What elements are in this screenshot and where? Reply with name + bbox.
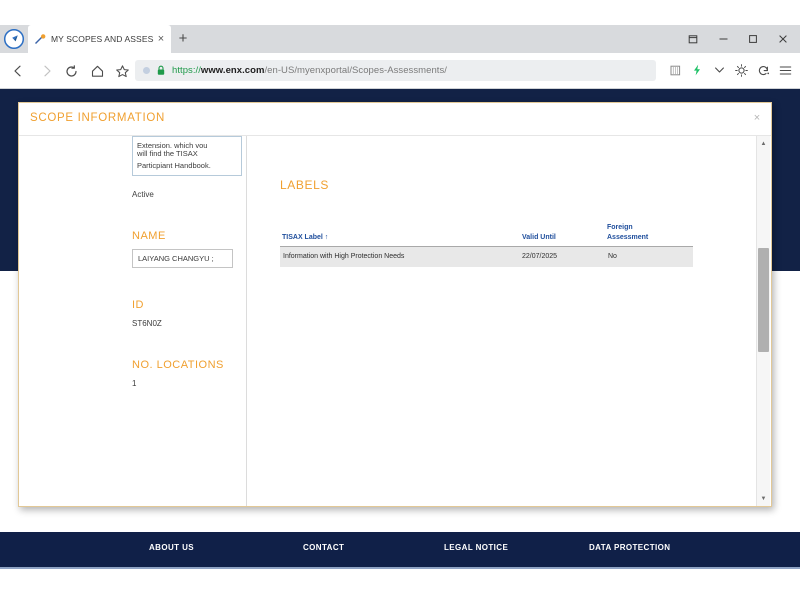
forward-button[interactable] xyxy=(38,62,56,80)
window-minimize-button[interactable] xyxy=(708,27,738,51)
brightness-icon[interactable] xyxy=(730,60,752,80)
column-header-tisax-label[interactable]: TISAX Label ↑ xyxy=(282,233,328,242)
collections-icon[interactable] xyxy=(664,60,686,80)
scrollbar-thumb[interactable] xyxy=(758,248,769,352)
table-row[interactable]: Information with High Protection Needs 2… xyxy=(280,247,693,267)
labels-table: TISAX Label ↑ Valid Until Foreign Assessm… xyxy=(280,214,693,267)
window-restore-button[interactable] xyxy=(678,27,708,51)
column-header-foreign-line1: Foreign xyxy=(607,224,633,231)
footer-link-about-us[interactable]: ABOUT US xyxy=(149,543,194,552)
cell-tisax-label: Information with High Protection Needs xyxy=(283,253,404,260)
labels-column: LABELS TISAX Label ↑ Valid Until Foreign… xyxy=(247,136,752,506)
cell-foreign-assessment: No xyxy=(608,253,617,260)
modal-close-icon[interactable]: × xyxy=(749,110,765,126)
modal-scrollbar[interactable]: ▲ ▼ xyxy=(756,136,770,506)
cell-valid-until: 22/07/2025 xyxy=(522,253,557,260)
modal-title: SCOPE INFORMATION xyxy=(30,112,165,124)
address-bar[interactable]: https://www.enx.com/en-US/myenxportal/Sc… xyxy=(135,60,656,81)
footer-link-contact[interactable]: CONTACT xyxy=(303,543,344,552)
no-locations-label: NO. LOCATIONS xyxy=(132,359,246,371)
labels-heading: LABELS xyxy=(280,178,329,192)
column-header-foreign-assessment[interactable]: Foreign Assessment xyxy=(607,223,648,242)
home-icon[interactable] xyxy=(88,62,106,80)
url-text: https://www.enx.com/en-US/myenxportal/Sc… xyxy=(172,65,447,76)
scope-information-modal: SCOPE INFORMATION × Extension, which you… xyxy=(18,102,772,507)
history-icon[interactable] xyxy=(752,60,774,80)
id-field-label: ID xyxy=(132,299,246,311)
new-tab-button[interactable]: + xyxy=(175,31,191,47)
scrollbar-down-arrow[interactable]: ▼ xyxy=(757,492,770,505)
window-close-button[interactable] xyxy=(768,27,798,51)
url-scheme: https:// xyxy=(172,65,201,76)
url-host: www.enx.com xyxy=(201,65,265,76)
back-button[interactable] xyxy=(9,62,27,80)
browser-tab[interactable]: MY SCOPES AND ASSESSME × xyxy=(28,25,171,53)
handbook-notice-line3: Particpiant Handbook. xyxy=(137,161,211,170)
id-value: ST6N0Z xyxy=(132,319,246,328)
window-maximize-button[interactable] xyxy=(738,27,768,51)
url-path: /en-US/myenxportal/Scopes-Assessments/ xyxy=(264,65,446,76)
name-input[interactable]: LAIYANG CHANGYU ; xyxy=(132,249,233,268)
name-field-label: NAME xyxy=(132,230,246,242)
column-header-foreign-line2: Assessment xyxy=(607,234,648,241)
tab-title: MY SCOPES AND ASSESSME xyxy=(51,34,154,44)
modal-header: SCOPE INFORMATION × xyxy=(19,103,771,136)
handbook-notice-box: Extension, which you will find the TISAX… xyxy=(132,136,242,176)
browser-toolbar-right xyxy=(664,60,796,80)
star-icon[interactable] xyxy=(113,62,131,80)
tab-close-icon[interactable]: × xyxy=(154,32,168,46)
shield-dot-icon xyxy=(143,67,150,74)
handbook-notice-line2: will find the TISAX xyxy=(137,149,198,158)
window-controls xyxy=(678,27,798,51)
lightning-bolt-icon[interactable] xyxy=(686,60,708,80)
labels-table-header: TISAX Label ↑ Valid Until Foreign Assessm… xyxy=(280,214,693,247)
footer-link-legal-notice[interactable]: LEGAL NOTICE xyxy=(444,543,508,552)
scope-details-column: Extension, which you will find the TISAX… xyxy=(19,136,247,506)
column-header-valid-until[interactable]: Valid Until xyxy=(522,233,556,242)
reload-icon[interactable] xyxy=(62,62,80,80)
handbook-notice-line1: Extension, which you xyxy=(137,140,237,148)
hamburger-menu-icon[interactable] xyxy=(774,60,796,80)
footer-link-data-protection[interactable]: DATA PROTECTION xyxy=(589,543,670,552)
scope-status-value: Active xyxy=(132,190,246,199)
compass-navigation-icon[interactable] xyxy=(3,28,25,50)
no-locations-value: 1 xyxy=(132,379,246,388)
modal-body: Extension, which you will find the TISAX… xyxy=(19,136,771,506)
column-header-tisax-label-text: TISAX Label xyxy=(282,234,323,241)
scrollbar-up-arrow[interactable]: ▲ xyxy=(757,137,770,150)
padlock-icon xyxy=(156,65,166,76)
enx-favicon xyxy=(34,33,47,46)
browser-chrome: MY SCOPES AND ASSESSME × + xyxy=(0,0,800,90)
site-footer: ABOUT US CONTACT LEGAL NOTICE DATA PROTE… xyxy=(0,532,800,569)
sort-ascending-icon: ↑ xyxy=(325,234,329,241)
screen: MY SCOPES AND ASSESSME × + xyxy=(0,0,800,600)
chevron-down-icon[interactable] xyxy=(708,60,730,80)
